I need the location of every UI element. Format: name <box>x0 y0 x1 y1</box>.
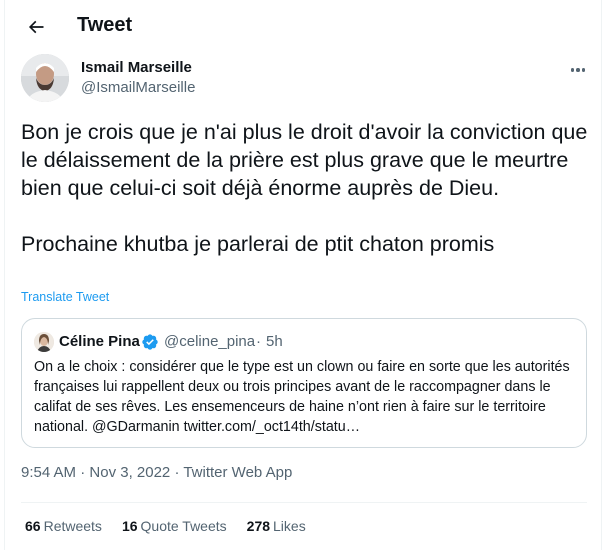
quote-text: On a le choix : considérer que le type e… <box>34 359 570 435</box>
verified-badge-icon <box>142 334 158 350</box>
arrow-left-icon <box>28 20 44 34</box>
tweet-time[interactable]: 9:54 AM <box>21 464 76 481</box>
quoted-tweet[interactable]: Céline Pina @celine_pina · 5h On a le ch… <box>21 318 587 448</box>
meta-separator-2: · <box>170 464 184 481</box>
page-header: Tweet <box>5 0 603 52</box>
tweet-text: Bon je crois que je n'ai plus le droit d… <box>21 118 596 258</box>
tweet-source[interactable]: Twitter Web App <box>183 464 292 481</box>
author-name[interactable]: Ismail Marseille <box>81 59 192 76</box>
quote-author-handle: @celine_pina <box>164 333 256 350</box>
quote-timestamp: 5h <box>266 333 283 350</box>
quote-author-name: Céline Pina <box>59 333 140 350</box>
quote-tweets-stat[interactable]: 16 Quote Tweets <box>122 518 227 534</box>
quote-separator: · <box>256 333 261 350</box>
retweets-stat[interactable]: 66 Retweets <box>25 518 102 534</box>
more-horizontal-icon <box>570 68 575 72</box>
translate-tweet-link[interactable]: Translate Tweet <box>21 290 109 304</box>
likes-stat[interactable]: 278 Likes <box>247 518 306 534</box>
tweet-date[interactable]: Nov 3, 2022 <box>89 464 170 481</box>
author-handle[interactable]: @IsmailMarseille <box>81 79 195 96</box>
likes-count: 278 <box>246 518 271 534</box>
page-title: Tweet <box>77 14 133 36</box>
avatar[interactable] <box>21 54 69 102</box>
tweet-page: Tweet Ismail Marseille @IsmailMarseille … <box>4 0 602 550</box>
quote-tweets-label: Quote Tweets <box>140 518 227 534</box>
tweet-author: Ismail Marseille @IsmailMarseille <box>21 54 591 102</box>
retweets-label: Retweets <box>43 518 102 534</box>
meta-separator-1: · <box>76 464 90 481</box>
retweets-count: 66 <box>25 518 41 534</box>
tweet-paragraph-2: Prochaine khutba je parlerai de ptit cha… <box>21 232 495 256</box>
tweet-paragraph-1: Bon je crois que je n'ai plus le droit d… <box>21 120 588 200</box>
quote-avatar <box>34 332 54 352</box>
tweet-stats: 66 Retweets 16 Quote Tweets 278 Likes <box>25 518 326 534</box>
tweet-meta: 9:54 AM · Nov 3, 2022 · Twitter Web App <box>21 464 292 481</box>
quote-tweets-count: 16 <box>121 518 138 534</box>
divider <box>21 502 587 503</box>
more-button[interactable] <box>565 58 591 82</box>
back-button[interactable] <box>19 10 53 44</box>
likes-label: Likes <box>273 518 306 534</box>
